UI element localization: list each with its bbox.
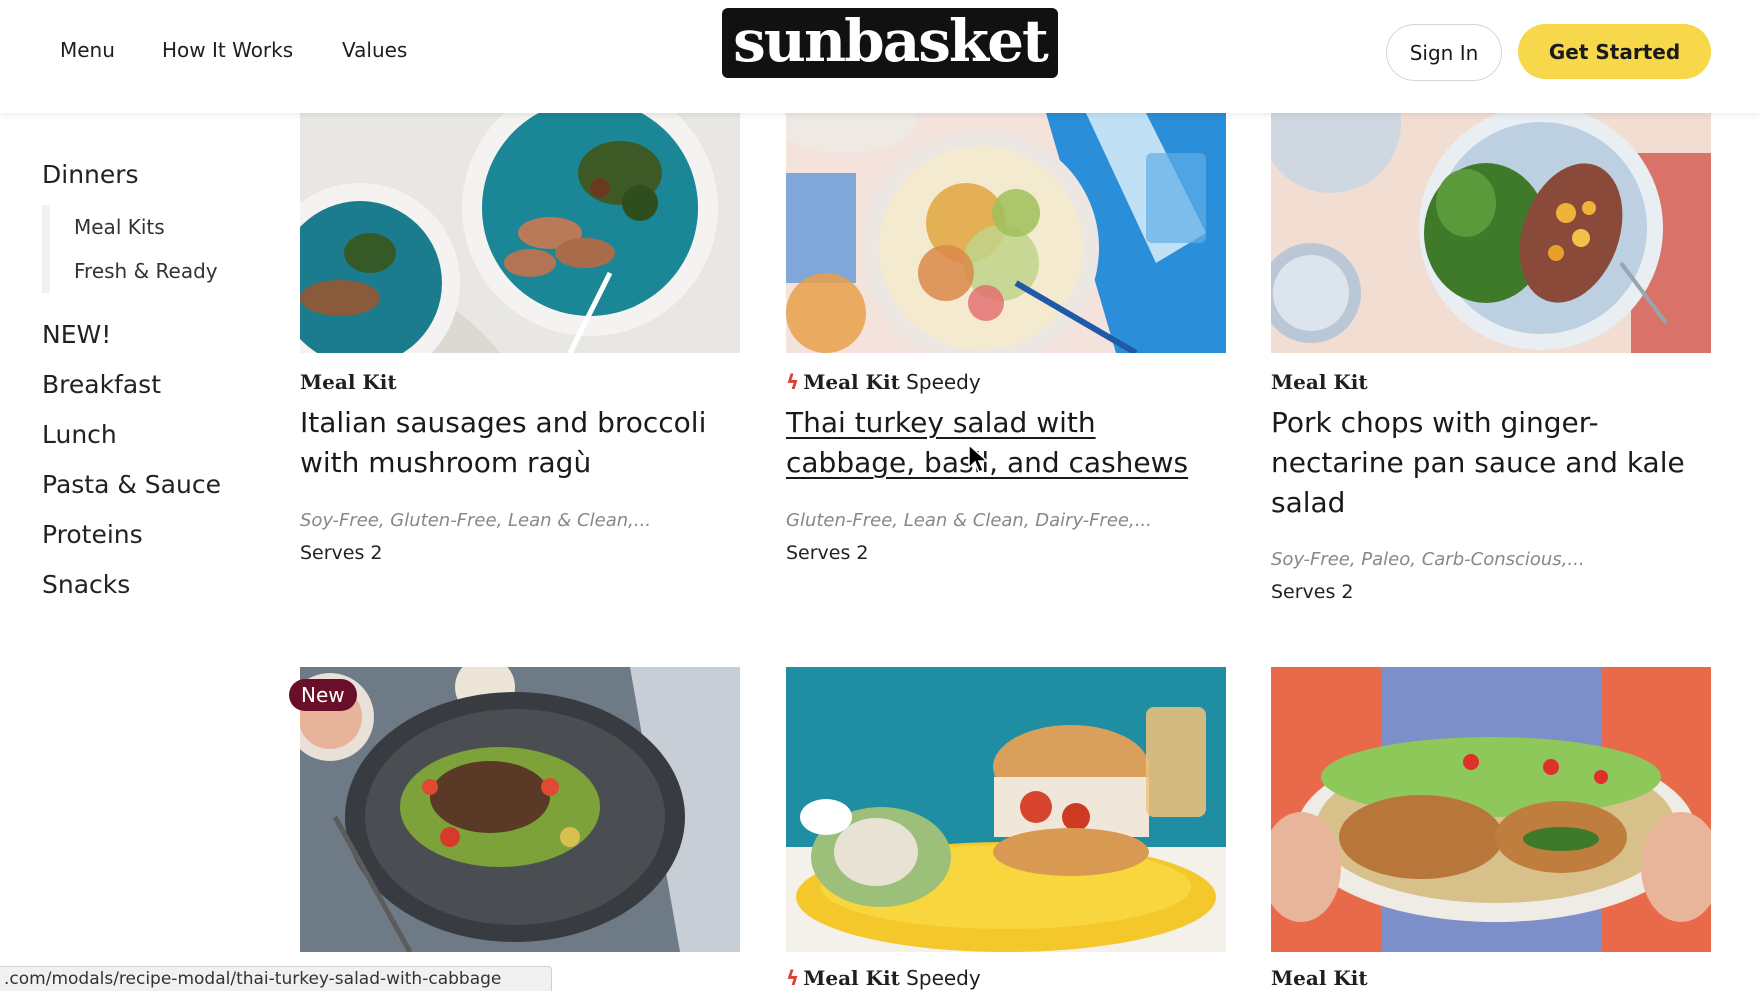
card-1-title[interactable]: Italian sausages and broccoli with mushr…	[300, 403, 740, 483]
card-2-diets: Gluten-Free, Lean & Clean, Dairy-Free,..…	[786, 510, 1152, 531]
card-6-tag: Meal Kit	[1271, 966, 1368, 990]
sidebar-item-fresh-ready[interactable]: Fresh & Ready	[74, 259, 218, 283]
card-1-diets: Soy-Free, Gluten-Free, Lean & Clean,...	[300, 510, 652, 531]
browser-status-url: .com/modals/recipe-modal/thai-turkey-sal…	[0, 966, 552, 991]
recipe-image-thai-turkey-salad[interactable]	[786, 113, 1226, 353]
card-3-title[interactable]: Pork chops with ginger-nectarine pan sau…	[1271, 403, 1711, 523]
mouse-cursor-icon	[968, 444, 989, 474]
card-5-tag: ϟ Meal Kit Speedy	[786, 966, 981, 990]
recipe-image-beef-salad[interactable]	[300, 667, 740, 952]
nav-values[interactable]: Values	[342, 38, 407, 62]
sidebar-item-proteins[interactable]: Proteins	[42, 520, 143, 549]
nav-how-it-works[interactable]: How It Works	[162, 38, 293, 62]
card-2-kit-label: Meal Kit	[803, 370, 900, 394]
lightning-bolt-icon: ϟ	[786, 966, 800, 990]
recipe-image-italian-sausages[interactable]	[300, 113, 740, 353]
recipe-image-burger-wrap[interactable]	[786, 667, 1226, 952]
nav-menu[interactable]: Menu	[60, 38, 115, 62]
card-3-serves: Serves 2	[1271, 581, 1354, 603]
card-2-title[interactable]: Thai turkey salad with cabbage, basil, a…	[786, 403, 1226, 483]
sidebar-item-dinners[interactable]: Dinners	[42, 160, 139, 189]
sunbasket-logo[interactable]: sunbasket	[722, 8, 1058, 78]
card-1-kit-label: Meal Kit	[300, 370, 397, 394]
card-3-kit-label: Meal Kit	[1271, 370, 1368, 394]
card-1-serves: Serves 2	[300, 542, 383, 564]
site-header: Menu How It Works Values sunbasket Sign …	[0, 0, 1760, 113]
sidebar-item-snacks[interactable]: Snacks	[42, 570, 130, 599]
card-2-speedy-label: Speedy	[906, 370, 981, 394]
card-3-tag: Meal Kit	[1271, 370, 1368, 394]
card-2-serves: Serves 2	[786, 542, 869, 564]
get-started-button[interactable]: Get Started	[1518, 24, 1711, 79]
sidebar-item-new[interactable]: NEW!	[42, 320, 111, 349]
lightning-bolt-icon: ϟ	[786, 370, 800, 394]
sidebar-item-meal-kits[interactable]: Meal Kits	[74, 215, 165, 239]
new-badge: New	[289, 679, 357, 711]
card-3-diets: Soy-Free, Paleo, Carb-Conscious,...	[1271, 549, 1585, 570]
card-6-kit-label: Meal Kit	[1271, 966, 1368, 990]
sidebar-item-lunch[interactable]: Lunch	[42, 420, 117, 449]
card-5-kit-label: Meal Kit	[803, 966, 900, 990]
submenu-rule	[42, 205, 50, 293]
sign-in-button[interactable]: Sign In	[1386, 24, 1502, 81]
sidebar-item-breakfast[interactable]: Breakfast	[42, 370, 161, 399]
card-5-speedy-label: Speedy	[906, 966, 981, 990]
card-1-tag: Meal Kit	[300, 370, 397, 394]
recipe-image-stuffed-chicken[interactable]	[1271, 667, 1711, 952]
recipe-image-pork-chops[interactable]	[1271, 113, 1711, 353]
card-2-tag: ϟ Meal Kit Speedy	[786, 370, 981, 394]
sidebar-item-pasta-sauce[interactable]: Pasta & Sauce	[42, 470, 221, 499]
